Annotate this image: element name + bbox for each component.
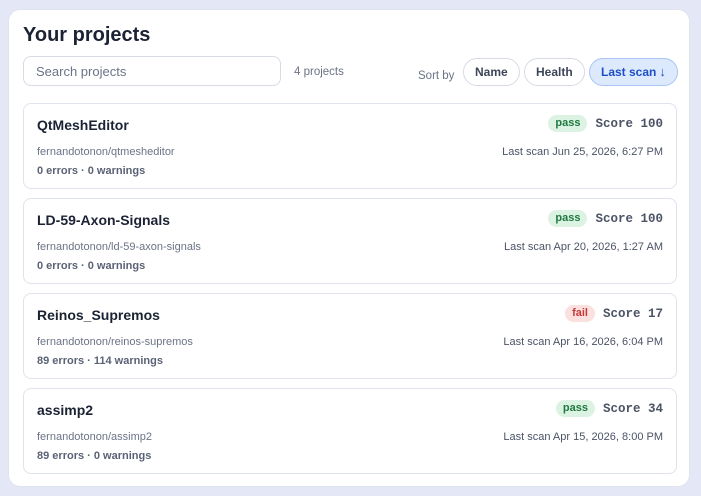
last-scan-timestamp: Last scan Jun 25, 2026, 6:27 PM [502, 146, 663, 158]
project-name: assimp2 [37, 402, 94, 418]
project-card-qtmesheditor[interactable]: QtMeshEditor pass Score 100 fernandotono… [23, 103, 677, 189]
sort-by-label: Sort by [418, 70, 455, 82]
search-input[interactable] [23, 56, 281, 86]
project-path: fernandotonon/ld-59-axon-signals [37, 241, 201, 253]
project-health: fail Score 17 [565, 305, 663, 322]
project-card-assimp2[interactable]: assimp2 pass Score 34 fernandotonon/assi… [23, 388, 677, 474]
project-health: pass Score 100 [548, 115, 663, 132]
score-value: Score 34 [602, 401, 663, 416]
projects-panel: Your projects 4 projects Sort by Name He… [8, 9, 690, 487]
project-name: Reinos_Supremos [37, 307, 160, 323]
project-card-reinos-supremos[interactable]: Reinos_Supremos fail Score 17 fernandoto… [23, 293, 677, 379]
sort-descending-arrow-icon: ↓ [659, 64, 666, 79]
sort-health-label: Health [536, 65, 573, 79]
issue-summary: 0 errors · 0 warnings [37, 260, 146, 272]
sort-last-scan-button[interactable]: Last scan ↓ [589, 58, 678, 86]
score-value: Score 17 [602, 306, 663, 321]
sort-name-button[interactable]: Name [463, 58, 520, 86]
sort-last-scan-label: Last scan [601, 65, 657, 79]
score-value: Score 100 [595, 211, 663, 226]
issue-summary: 89 errors · 114 warnings [37, 355, 163, 367]
last-scan-timestamp: Last scan Apr 16, 2026, 6:04 PM [503, 336, 663, 348]
project-path: fernandotonon/qtmesheditor [37, 146, 175, 158]
project-path: fernandotonon/reinos-supremos [37, 336, 193, 348]
status-badge: pass [555, 400, 595, 417]
project-name: LD-59-Axon-Signals [37, 212, 171, 228]
sort-name-label: Name [475, 65, 508, 79]
issue-summary: 0 errors · 0 warnings [37, 165, 146, 177]
status-badge: pass [548, 210, 588, 227]
page-title: Your projects [23, 24, 151, 46]
project-name: QtMeshEditor [37, 117, 129, 133]
status-badge: pass [548, 115, 588, 132]
project-health: pass Score 34 [555, 400, 663, 417]
issue-summary: 89 errors · 0 warnings [37, 450, 152, 462]
status-badge: fail [565, 305, 595, 322]
project-card-ld-59-axon-signals[interactable]: LD-59-Axon-Signals pass Score 100 fernan… [23, 198, 677, 284]
project-path: fernandotonon/assimp2 [37, 431, 152, 443]
score-value: Score 100 [595, 116, 663, 131]
sort-health-button[interactable]: Health [524, 58, 585, 86]
last-scan-timestamp: Last scan Apr 15, 2026, 8:00 PM [503, 431, 663, 443]
project-count: 4 projects [294, 66, 344, 78]
project-health: pass Score 100 [548, 210, 663, 227]
last-scan-timestamp: Last scan Apr 20, 2026, 1:27 AM [504, 241, 663, 253]
